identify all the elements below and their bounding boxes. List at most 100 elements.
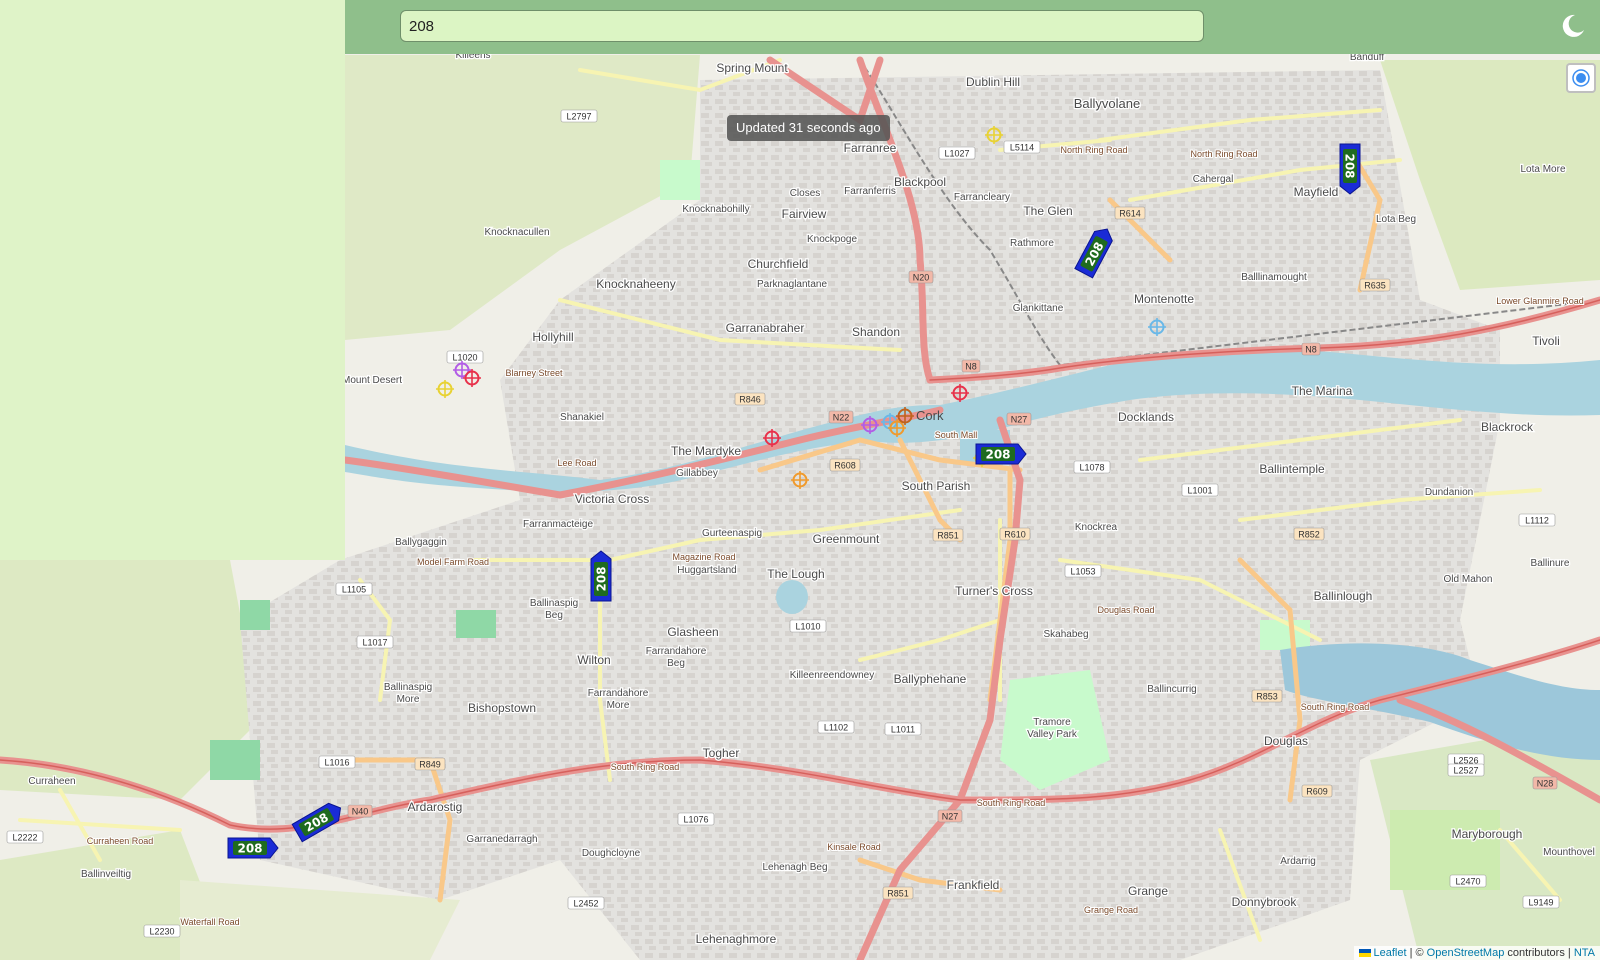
bus-marker[interactable]: 208 [1339,143,1361,195]
road-shield: L2470 [1449,874,1487,888]
place-label: Dundanion [1425,487,1473,498]
road-label: Waterfall Road [180,917,239,927]
place-label: Wilton [577,653,610,667]
road-shield: R614 [1114,206,1146,220]
place-label: Valley Park [1027,729,1078,740]
road-shield-label: L2230 [149,927,174,937]
road-shield: L1011 [884,722,922,736]
leaflet-link[interactable]: Leaflet [1373,947,1406,959]
road-shield-label: L2222 [12,833,37,843]
road-shield: L1016 [318,755,356,769]
road-shield-label: R614 [1119,209,1141,219]
road-shield-label: L1053 [1070,567,1095,577]
attribution-sep: | © [1406,947,1427,959]
place-label: Knockrea [1075,522,1118,533]
place-label: Farranferris [844,186,896,197]
place-label: Ballyvolane [1074,96,1141,111]
place-label: Glasheen [667,625,718,639]
road-shield: N8 [961,359,981,373]
location-target-icon [1572,69,1590,87]
road-label: Lee Road [557,458,596,468]
road-shield-label: L1105 [342,585,366,595]
road-label: South Ring Road [611,762,680,772]
road-shield-label: N20 [913,273,930,283]
place-label: Churchfield [748,257,809,271]
place-label: The Lough [767,567,824,581]
road-shield: N27 [1006,412,1032,426]
road-shield-label: L2470 [1455,877,1480,887]
road-label: North Ring Road [1060,145,1127,155]
place-label: Garranedarragh [466,834,537,845]
top-bar [345,0,1600,54]
place-label: Lehenagh Beg [762,862,827,873]
road-shield: N28 [1532,776,1558,790]
road-shield: L2527 [1447,763,1485,777]
road-shield: R852 [1293,527,1325,541]
road-shield-label: R853 [1256,692,1278,702]
road-shield: L1102 [817,720,855,734]
road-shield: N40 [347,804,373,818]
road-shield: R635 [1359,278,1391,292]
place-label: Beg [545,610,563,621]
place-label: Ardarostig [408,800,463,814]
road-shield-label: L1076 [683,815,708,825]
road-shield-label: L5114 [1010,143,1034,153]
place-label: Ballinure [1531,558,1570,569]
nta-link[interactable]: NTA [1574,947,1595,959]
place-label: Tramore [1033,717,1071,728]
road-shield: L1020 [446,350,484,364]
place-label: Balllinamought [1241,272,1307,283]
road-label: Kinsale Road [827,842,881,852]
road-shield-label: R609 [1306,787,1328,797]
place-label: Grange [1128,884,1168,898]
bus-marker[interactable]: 208 [975,443,1027,465]
road-shield-label: N22 [833,413,850,423]
place-label: Hollyhill [532,330,573,344]
place-label: Shanakiel [560,412,604,423]
place-label: Skahabeg [1043,629,1088,640]
place-label: Knocknaheeny [596,277,675,291]
road-shield: N27 [937,809,963,823]
bus-marker[interactable]: 208 [590,550,612,602]
road-shield: L5114 [1003,140,1041,154]
place-label: Togher [703,746,740,760]
place-label: Huggartsland [677,565,736,576]
road-shield-label: N28 [1537,779,1554,789]
road-shield: R849 [414,757,446,771]
road-shield-label: L9149 [1528,898,1553,908]
moon-icon[interactable] [1558,12,1586,40]
road-shield-label: L1020 [452,353,477,363]
road-shield-label: R849 [419,760,441,770]
place-label: Ballinveiltig [81,869,131,880]
road-label: South Ring Road [977,798,1046,808]
osm-link[interactable]: OpenStreetMap [1427,947,1505,959]
place-label: Rathmore [1010,238,1054,249]
road-shield: R846 [734,392,766,406]
road-label: Blarney Street [505,368,563,378]
locate-button[interactable] [1566,63,1596,93]
place-label: Cahergal [1193,174,1234,185]
road-label: North Ring Road [1190,149,1257,159]
route-search-input[interactable] [400,10,1204,42]
road-shield-label: N27 [942,812,959,822]
road-shield: L1105 [335,582,373,596]
road-shield-label: L1001 [1187,486,1212,496]
place-label: Ballinlough [1314,589,1373,603]
road-shield: L1010 [789,619,827,633]
road-label: South Ring Road [1301,702,1370,712]
place-label: Ballygaggin [395,537,447,548]
road-shield: R853 [1251,689,1283,703]
road-shield-label: R608 [834,461,856,471]
place-label: Ballincurrig [1147,684,1196,695]
road-shield: L1017 [356,635,394,649]
place-label: Turner's Cross [955,584,1033,598]
place-label: The Marina [1292,384,1353,398]
place-label: Maryborough [1452,827,1523,841]
place-label: South Parish [902,479,971,493]
road-shield-label: L1102 [824,723,848,733]
place-label: Mounthovel [1543,847,1595,858]
place-label: Donnybrook [1232,895,1298,909]
place-label: Farranmacteige [523,519,593,530]
place-label: Bishopstown [468,701,536,715]
bus-marker[interactable]: 208 [227,837,279,859]
